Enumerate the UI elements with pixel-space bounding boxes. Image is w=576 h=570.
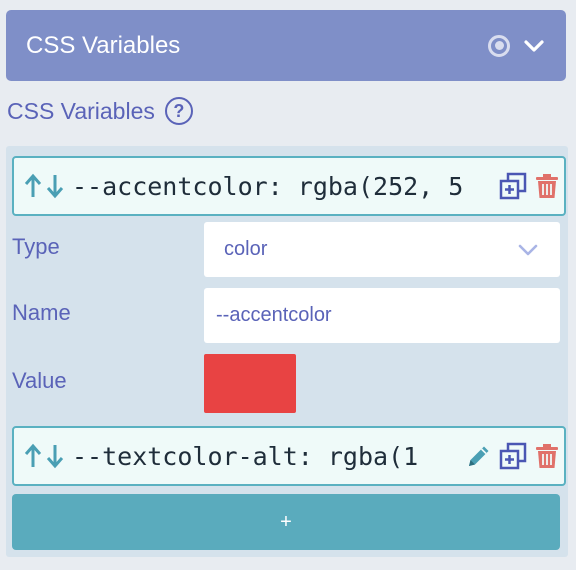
type-select[interactable]: color <box>204 222 560 277</box>
delete-icon[interactable] <box>530 169 564 203</box>
variable-row-accentcolor[interactable]: --accentcolor: rgba(252, 5 <box>12 156 566 216</box>
arrow-up-icon[interactable] <box>22 173 44 199</box>
type-label: Type <box>12 234 60 259</box>
panel-header[interactable]: CSS Variables <box>6 10 566 81</box>
duplicate-icon[interactable] <box>496 439 530 473</box>
section-title: CSS Variables ? <box>7 96 193 126</box>
header-title: CSS Variables <box>26 31 181 59</box>
sort-arrows-icon[interactable] <box>14 173 72 199</box>
section-title-label: CSS Variables <box>7 97 155 124</box>
variables-panel: --accentcolor: rgba(252, 5 Type color Na… <box>6 146 568 557</box>
arrow-up-icon[interactable] <box>22 443 44 469</box>
name-input[interactable] <box>204 288 560 343</box>
edit-pencil-icon[interactable] <box>462 439 496 473</box>
color-value-swatch[interactable] <box>204 354 296 413</box>
variable-text: --accentcolor: rgba(252, 5 <box>72 171 464 201</box>
chevron-down-icon[interactable] <box>522 34 546 58</box>
chevron-down-icon <box>518 244 538 255</box>
add-variable-button[interactable]: + <box>12 494 560 550</box>
value-label: Value <box>12 368 67 393</box>
variable-row-textcolor-alt[interactable]: --textcolor-alt: rgba(1 <box>12 426 566 486</box>
delete-icon[interactable] <box>530 439 564 473</box>
type-select-value: color <box>224 238 268 260</box>
radio-selected-icon[interactable] <box>488 34 510 57</box>
arrow-down-icon[interactable] <box>44 443 66 469</box>
help-icon[interactable]: ? <box>164 97 193 125</box>
sort-arrows-icon[interactable] <box>14 443 72 469</box>
variable-text: --textcolor-alt: rgba(1 <box>72 441 419 471</box>
arrow-down-icon[interactable] <box>44 173 66 199</box>
name-label: Name <box>12 300 71 325</box>
duplicate-icon[interactable] <box>496 169 530 203</box>
